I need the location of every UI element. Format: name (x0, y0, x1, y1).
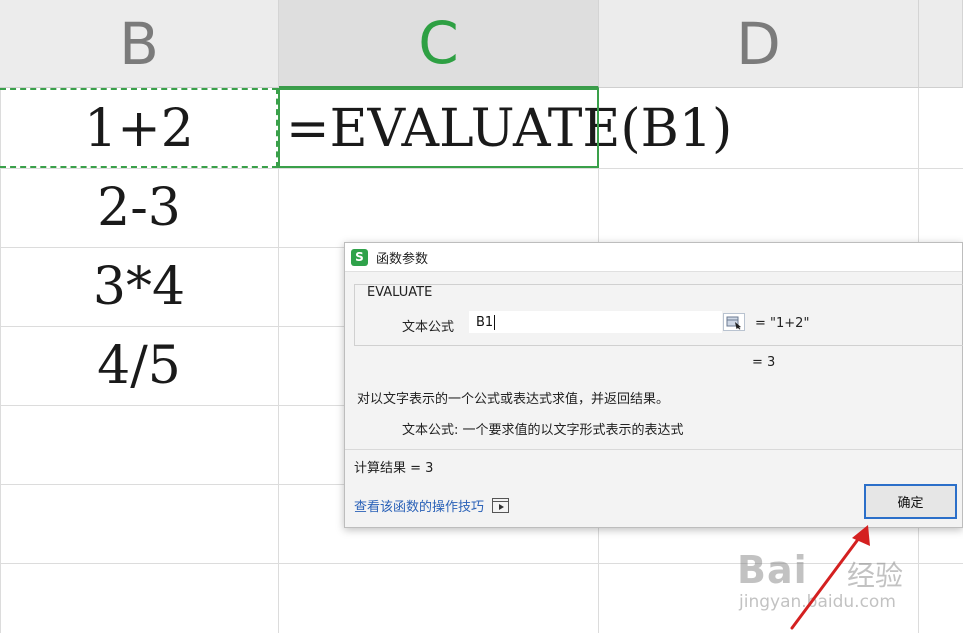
col-header-c[interactable]: C (279, 0, 599, 88)
arg-evaluated-value: = "1+2" (755, 316, 810, 331)
function-arguments-dialog: S 函数参数 EVALUATE 文本公式 B1 = "1+2" = 3 对以文字… (344, 242, 963, 528)
arg-input-value: B1 (476, 314, 494, 330)
red-arrow-icon (790, 525, 870, 630)
help-link[interactable]: 查看该函数的操作技巧 (354, 496, 510, 515)
help-link-label: 查看该函数的操作技巧 (354, 500, 485, 515)
col-header-d-label: D (736, 9, 781, 78)
cell-b4[interactable]: 4/5 (0, 327, 278, 405)
col-header-e[interactable] (919, 0, 963, 88)
collapse-dialog-button[interactable] (723, 313, 745, 331)
arg-input[interactable]: B1 (469, 311, 722, 333)
dialog-title: 函数参数 (376, 251, 429, 267)
copy-marquee (0, 88, 278, 168)
arg-description: 文本公式: 一个要求值的以文字形式表示的表达式 (402, 423, 684, 438)
formula-result-preview: = 3 (752, 355, 776, 370)
dialog-titlebar[interactable]: S 函数参数 (345, 243, 962, 272)
col-header-b-label: B (119, 9, 159, 78)
col-header-b[interactable]: B (0, 0, 279, 88)
wps-app-icon: S (351, 248, 368, 266)
range-select-icon (726, 316, 741, 330)
video-icon[interactable] (492, 498, 510, 513)
divider (345, 449, 962, 450)
arg-label: 文本公式 (402, 320, 455, 335)
text-caret (494, 314, 496, 330)
cell-b3[interactable]: 3*4 (0, 248, 278, 326)
ok-button[interactable]: 确定 (864, 484, 957, 519)
grid-line (278, 88, 279, 633)
cell-b2[interactable]: 2-3 (0, 169, 278, 247)
calculation-result: 计算结果 = 3 (354, 461, 434, 476)
col-header-d[interactable]: D (599, 0, 919, 88)
function-name: EVALUATE (367, 285, 433, 300)
active-cell-border (278, 88, 599, 168)
col-header-c-label: C (418, 9, 459, 77)
function-description: 对以文字表示的一个公式或表达式求值，并返回结果。 (357, 392, 670, 407)
